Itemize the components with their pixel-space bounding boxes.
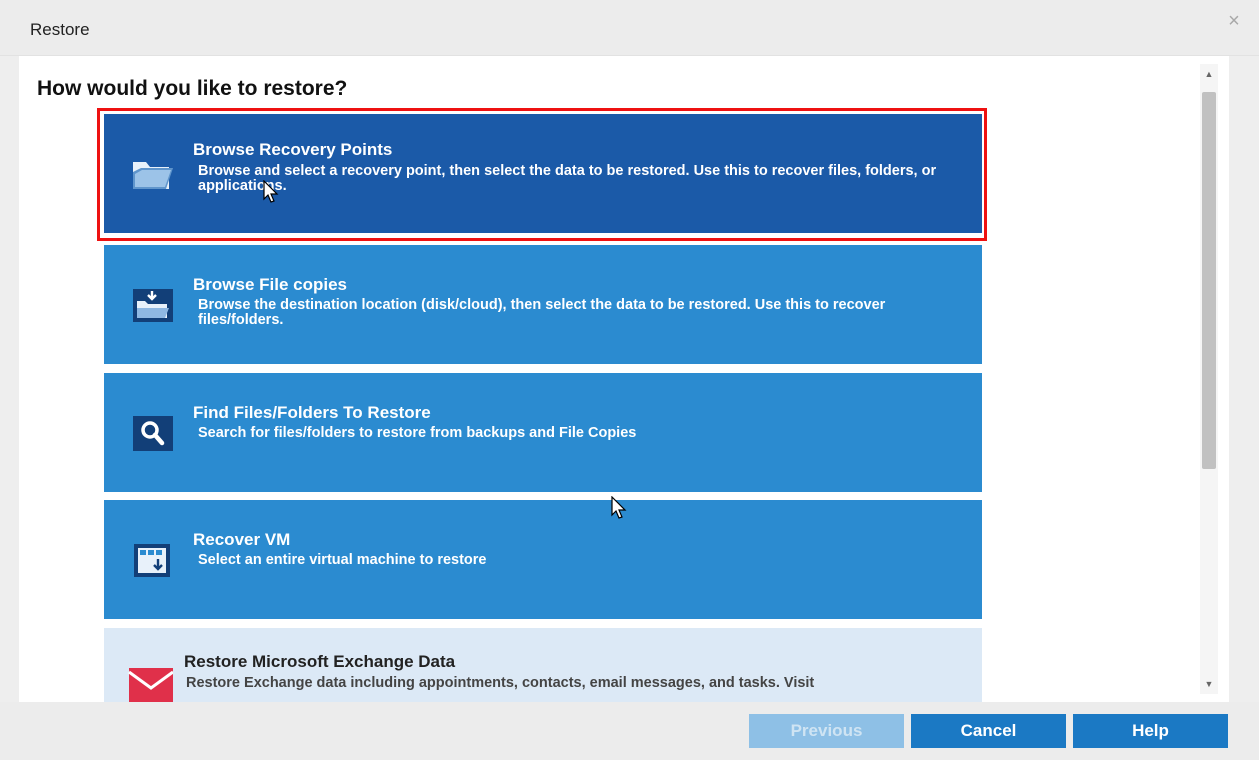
option-description: Restore Exchange data including appointm… [186,675,815,691]
option-title: Recover VM [193,530,291,549]
option-description: Select an entire virtual machine to rest… [198,552,487,568]
window-title: Restore [30,20,90,39]
dialog-footer: Previous Cancel Help [0,702,1259,760]
option-title: Find Files/Folders To Restore [193,403,431,422]
option-restore-exchange-data[interactable]: Restore Microsoft Exchange Data Restore … [104,628,982,702]
help-button[interactable]: Help [1073,714,1228,748]
close-icon: × [1228,10,1240,32]
previous-button[interactable]: Previous [749,714,904,748]
option-title: Restore Microsoft Exchange Data [184,652,456,671]
option-browse-recovery-points[interactable]: Browse Recovery Points Browse and select… [104,114,982,233]
option-description: Browse the destination location (disk/cl… [198,297,886,328]
option-title: Browse File copies [193,275,347,294]
restore-options-panel: How would you like to restore? Browse Re… [19,56,1229,702]
option-find-files-folders[interactable]: Find Files/Folders To Restore Search for… [104,373,982,492]
option-recover-vm[interactable]: Recover VM Select an entire virtual mach… [104,500,982,619]
option-description: Browse and select a recovery point, then… [198,163,937,194]
open-folder-icon [133,162,173,189]
close-button[interactable]: × [1223,10,1245,32]
cancel-button[interactable]: Cancel [911,714,1066,748]
search-icon [133,416,173,451]
mail-icon [128,668,173,702]
option-browse-file-copies[interactable]: Browse File copies Browse the destinatio… [104,245,982,364]
page-heading: How would you like to restore? [37,77,348,100]
scroll-up-icon[interactable]: ▲ [1200,64,1218,84]
folder-copy-icon [133,289,173,322]
vertical-scrollbar[interactable]: ▲ ▼ [1200,64,1218,694]
option-description: Search for files/folders to restore from… [198,425,637,441]
scroll-down-icon[interactable]: ▼ [1200,674,1218,694]
restore-dialog: Restore × How would you like to restore?… [0,0,1259,760]
title-bar: Restore × [0,0,1259,56]
virtual-machine-icon [134,544,170,577]
scroll-thumb[interactable] [1202,92,1216,469]
option-title: Browse Recovery Points [193,140,393,159]
